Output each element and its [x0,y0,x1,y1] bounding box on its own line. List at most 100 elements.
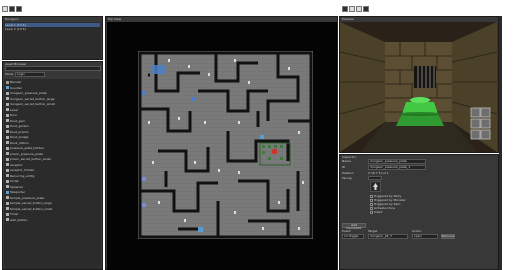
preview-title: Preview [342,17,354,21]
asset-item[interactable]: dungeon_secret_button_small [6,102,55,106]
asset-item[interactable]: temple_pressure_plate [6,196,44,200]
checkbox-row[interactable]: Silent [370,210,383,214]
asset-item[interactable]: Door [6,113,17,117]
asset-label: temple_pressure_plate [10,195,45,200]
add-connector-button[interactable]: Add Connector [342,223,366,230]
asset-icon [6,201,9,205]
asset-item[interactable]: Lever [6,108,18,112]
filter-select[interactable]: Logic [15,72,45,77]
top-view-title: Top View [108,17,122,21]
asset-icon [6,141,9,144]
view-a-icon[interactable] [342,6,348,12]
asset-item[interactable]: Blender [6,80,22,84]
asset-item[interactable]: dungeon_secret_button_large [6,97,54,101]
asset-label: Script [10,179,19,183]
asset-icon [6,130,9,133]
asset-label: Timer [10,212,19,216]
asset-label: Spawner [10,184,24,189]
asset-label: Recurring_entity [10,173,35,178]
select-tool-icon[interactable] [2,6,8,12]
dungeon-panel-title: Dungeon [5,17,19,21]
asset-label: temple_secret_button_large [10,201,52,205]
asset-label: wall_button [10,217,28,222]
paint-tool-icon[interactable] [9,6,15,12]
asset-item[interactable]: wall_button [6,218,27,222]
asset-icon [6,207,9,210]
filter-select-value: Logic [17,72,25,76]
asset-label: dungeon_secret_button_small [10,102,55,106]
asset-icon [6,174,9,177]
asset-icon [6,119,9,122]
asset-item[interactable]: Recurring_entity [6,174,35,178]
name-field[interactable]: dungeon_pressure_plate [368,159,426,164]
asset-item[interactable]: prison_secret_button_small [6,157,51,161]
asset-item[interactable]: Teleporter [6,190,25,194]
dungeon-map[interactable] [138,51,313,239]
asset-label: Counter [10,85,22,90]
asset-label: pressure_plate_hidden [10,146,44,150]
asset-item[interactable]: pressure_plate_hidden [6,146,44,150]
asset-item[interactable]: Dust_prisms [6,130,28,134]
asset-item[interactable]: temple_secret_button_small [6,207,52,211]
asset-label: Lever [10,107,19,112]
target-select[interactable]: dungeon_pit_7 [368,234,408,239]
action-header: Action [412,229,422,233]
erase-tool-icon[interactable] [16,6,22,12]
asset-icon [6,152,9,155]
checkbox-label: Silent [374,210,383,214]
asset-label: Teleporter [10,190,26,194]
asset-icon [6,102,9,106]
asset-item[interactable]: Timer [6,212,19,216]
id-field[interactable]: dungeon_pressure_plate_1 [368,165,426,170]
asset-label: receptor [10,162,23,167]
asset-label: prison_secret_button_small [10,157,51,161]
asset-item[interactable]: Dust_golden [6,124,29,128]
event-select[interactable]: on Toggle [342,234,364,239]
asset-label: Dust_gem [10,118,26,123]
asset-icon [6,108,9,111]
editor-window: Dungeon Level 1 (10 6) Level 2 (10 6) As… [0,0,515,270]
asset-label: temple_secret_button_small [10,206,53,211]
asset-label: Dust_golden [10,124,29,128]
position-label: Position [342,171,354,175]
facing-arrow-icon[interactable] [370,181,381,192]
view-c-icon[interactable] [356,6,362,12]
asset-icon [6,163,9,166]
asset-label: Dusk_ribbon [10,140,29,145]
asset-icon [6,124,9,128]
asset-label: Door [10,113,18,117]
asset-icon [6,97,9,100]
asset-icon [6,185,9,188]
view-d-icon[interactable] [363,6,369,12]
asset-item[interactable]: receptor [6,163,23,167]
asset-item[interactable]: Counter [6,86,22,90]
asset-icon [6,146,9,150]
vertical-scrollbar[interactable] [499,16,502,270]
asset-item[interactable]: receptor_hidden [6,168,34,172]
asset-label: Dust_sludge [10,135,29,139]
remove-connector-button[interactable]: Remove [441,234,455,239]
asset-icon [6,168,9,172]
asset-icon [6,179,9,183]
view-b-icon[interactable] [349,6,355,12]
asset-item[interactable]: prison_pressure_plate [6,152,43,156]
asset-item[interactable]: temple_secret_button_large [6,201,52,205]
asset-item[interactable]: dungeon_pressure_plate [6,91,47,95]
asset-item[interactable]: Spawner [6,185,23,189]
asset-icon [6,80,9,84]
asset-item[interactable]: Dusk_ribbon [6,141,29,145]
checkbox[interactable] [370,210,373,214]
asset-item[interactable]: Dust_sludge [6,135,28,139]
facing-label: Facing [342,176,352,180]
asset-search-input[interactable] [5,66,101,71]
event-header: Event [342,229,351,233]
asset-icon [6,157,9,161]
facing-field[interactable] [368,176,382,180]
asset-item[interactable]: Script [6,179,19,183]
level-item[interactable]: Level 2 (10 6) [5,27,26,31]
action-select[interactable]: open [412,234,438,239]
asset-icon [6,91,9,95]
asset-item[interactable]: Dust_gem [6,119,25,123]
3d-preview-viewport[interactable] [340,22,497,152]
barred-window [414,66,436,88]
